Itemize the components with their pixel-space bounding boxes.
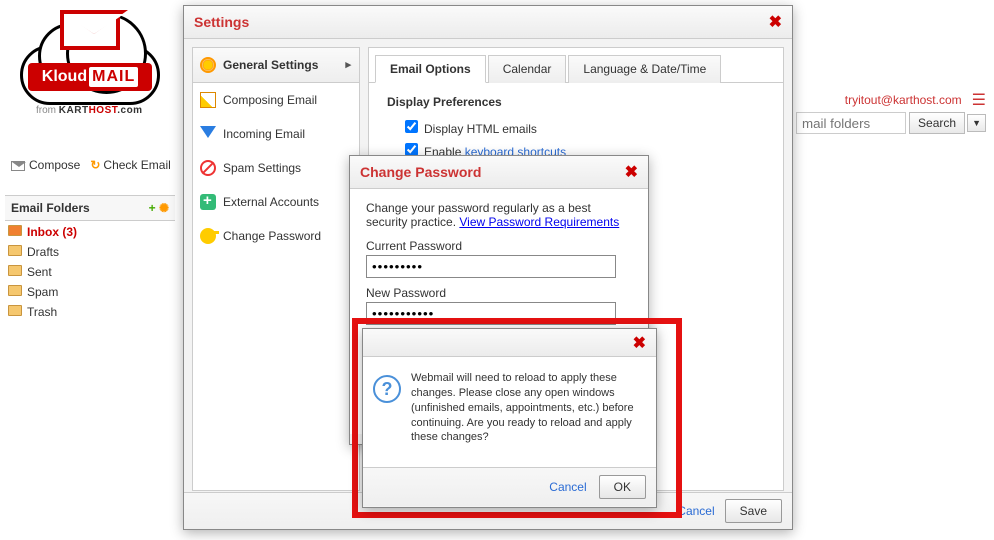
nav-spam-settings[interactable]: Spam Settings <box>193 151 359 185</box>
search-input[interactable] <box>796 112 906 134</box>
settings-nav: General Settings Composing Email Incomin… <box>192 47 360 491</box>
nav-general-settings[interactable]: General Settings <box>193 48 359 83</box>
folder-icon <box>8 285 22 296</box>
search-button[interactable]: Search <box>909 112 965 134</box>
mail-toolbar: Compose ↻Check Email <box>5 150 177 180</box>
add-folder-icon[interactable]: + <box>149 201 156 215</box>
tab-email-options[interactable]: Email Options <box>375 55 486 83</box>
display-preferences-heading: Display Preferences <box>387 95 765 109</box>
folder-icon <box>8 225 22 236</box>
new-password-input[interactable] <box>366 302 616 325</box>
account-bar: tryitout@karthost.com ☰ <box>845 90 986 110</box>
current-password-input[interactable] <box>366 255 616 278</box>
nav-incoming-email[interactable]: Incoming Email <box>193 117 359 151</box>
envelope-icon <box>60 10 120 50</box>
tab-language-datetime[interactable]: Language & Date/Time <box>568 55 721 83</box>
change-password-title: Change Password <box>360 164 481 180</box>
settings-titlebar: Settings ✖ <box>184 6 792 39</box>
gear-icon <box>200 57 216 73</box>
folder-icon <box>8 245 22 256</box>
compose-button[interactable]: Compose <box>11 158 80 172</box>
change-password-close-icon[interactable]: ✖ <box>625 162 638 182</box>
settings-cancel-button[interactable]: Cancel <box>677 504 714 518</box>
search-dropdown-toggle[interactable]: ▼ <box>967 114 986 132</box>
confirm-cancel-button[interactable]: Cancel <box>549 480 586 494</box>
account-email[interactable]: tryitout@karthost.com <box>845 93 962 107</box>
current-password-label: Current Password <box>366 239 632 253</box>
password-requirements-link[interactable]: View Password Requirements <box>459 215 619 229</box>
question-icon: ? <box>373 375 401 403</box>
folder-settings-icon[interactable]: ✺ <box>159 201 169 215</box>
brand-word-2: MAIL <box>89 67 138 87</box>
compose-icon <box>11 161 25 171</box>
folders-header: Email Folders + ✺ <box>5 195 175 221</box>
folder-spam[interactable]: Spam <box>5 282 175 302</box>
folder-icon <box>8 265 22 276</box>
account-menu-icon[interactable]: ☰ <box>972 90 986 110</box>
folder-icon <box>8 305 22 316</box>
check-email-button[interactable]: ↻Check Email <box>90 158 170 172</box>
confirm-titlebar: . ✖ <box>363 329 656 357</box>
pref-display-html[interactable]: Display HTML emails <box>401 117 765 136</box>
nav-change-password[interactable]: Change Password <box>193 219 359 253</box>
confirm-footer: Cancel OK <box>363 467 656 506</box>
folder-sent[interactable]: Sent <box>5 262 175 282</box>
folder-inbox[interactable]: Inbox (3) <box>5 222 175 242</box>
tab-calendar[interactable]: Calendar <box>488 55 567 83</box>
logo-subtitle: from KARTHOST.com <box>36 105 143 116</box>
folders-title: Email Folders <box>11 201 90 215</box>
new-password-label: New Password <box>366 286 632 300</box>
key-icon <box>200 228 216 244</box>
nav-composing-email[interactable]: Composing Email <box>193 83 359 117</box>
folder-trash[interactable]: Trash <box>5 302 175 322</box>
nav-external-accounts[interactable]: External Accounts <box>193 185 359 219</box>
confirm-dialog: . ✖ ? Webmail will need to reload to app… <box>362 328 657 508</box>
change-password-titlebar: Change Password ✖ <box>350 156 648 189</box>
settings-title: Settings <box>194 14 249 30</box>
checkbox-display-html[interactable] <box>405 120 418 133</box>
confirm-message: Webmail will need to reload to apply the… <box>411 371 646 457</box>
confirm-close-icon[interactable]: ✖ <box>633 333 646 353</box>
download-icon <box>200 126 216 142</box>
add-account-icon <box>200 194 216 210</box>
pencil-icon <box>200 92 216 108</box>
folder-drafts[interactable]: Drafts <box>5 242 175 262</box>
refresh-icon: ↻ <box>90 158 100 172</box>
settings-save-button[interactable]: Save <box>725 499 782 523</box>
spam-icon <box>200 160 216 176</box>
logo: Kloud MAIL from KARTHOST.com <box>10 5 170 125</box>
settings-close-icon[interactable]: ✖ <box>769 12 782 32</box>
confirm-ok-button[interactable]: OK <box>599 475 646 499</box>
folder-list: Inbox (3) Drafts Sent Spam Trash <box>5 222 175 322</box>
change-password-description: Change your password regularly as a best… <box>366 201 632 229</box>
settings-tabs: Email Options Calendar Language & Date/T… <box>369 48 783 83</box>
brand-plate: Kloud MAIL <box>28 63 152 91</box>
search-bar: Search ▼ <box>796 112 986 134</box>
brand-word-1: Kloud <box>42 68 87 86</box>
